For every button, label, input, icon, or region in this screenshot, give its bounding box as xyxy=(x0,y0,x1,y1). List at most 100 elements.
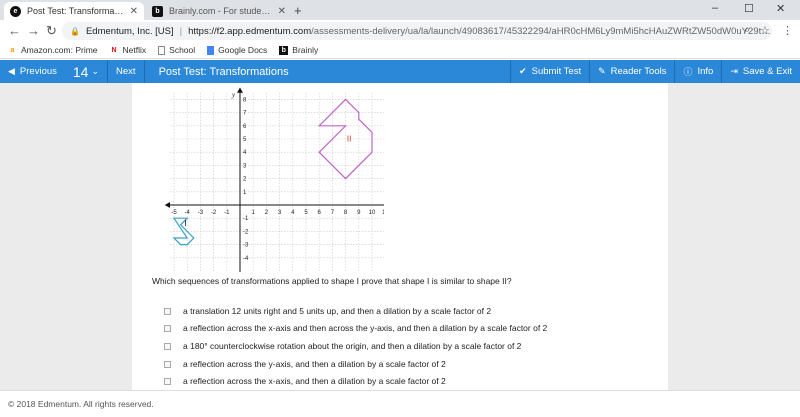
url-host: https://f2.app.edmentum.com xyxy=(188,25,312,37)
x-tick-label: -2 xyxy=(211,210,217,216)
answer-option-4[interactable]: a reflection across the y-axis, and then… xyxy=(164,359,446,369)
answer-option-5[interactable]: a reflection across the x-axis, and then… xyxy=(164,376,446,386)
question-number-select[interactable]: 14 ⌄ xyxy=(65,60,107,83)
checkbox[interactable] xyxy=(164,342,171,350)
x-tick-label: 5 xyxy=(304,210,308,216)
address-bar[interactable]: 🔒 Edmentum, Inc. [US] | https://f2.app.e… xyxy=(62,22,772,40)
y-tick-label: -1 xyxy=(243,216,249,222)
tab-brainly[interactable]: b Brainly.com - For students. By st ✕ xyxy=(146,2,292,20)
bookmark-google-docs[interactable]: Google Docs xyxy=(207,45,267,55)
bookmark-label: Netflix xyxy=(122,45,147,55)
back-icon[interactable]: ← xyxy=(8,23,21,38)
x-tick-label: 10 xyxy=(369,210,376,216)
shape-I-label: I xyxy=(185,219,187,228)
bookmark-label: Brainly xyxy=(292,45,319,55)
y-tick-label: 8 xyxy=(243,97,247,103)
content-area: -5-4-3-2-1123456789101187654321-1-2-3-4x… xyxy=(0,83,800,390)
question-text: Which sequences of transformations appli… xyxy=(152,276,512,286)
x-tick-label: -5 xyxy=(171,210,177,216)
y-axis-label: y xyxy=(231,91,236,99)
bookmark-amazon[interactable]: a Amazon.com: Prime xyxy=(8,45,98,55)
chevron-down-icon: ⌄ xyxy=(91,66,100,76)
save-label: Save & Exit xyxy=(742,66,792,77)
previous-label: Previous xyxy=(19,66,57,77)
reader-tools-button[interactable]: ✎ Reader Tools xyxy=(589,60,674,83)
reload-icon[interactable]: ↻ xyxy=(46,23,57,39)
checkbox[interactable] xyxy=(164,360,171,368)
edmentum-icon: e xyxy=(10,5,21,17)
coordinate-graph: -5-4-3-2-1123456789101187654321-1-2-3-4x… xyxy=(164,87,384,272)
bookmark-star-icon[interactable]: ☆ xyxy=(760,24,770,37)
amazon-icon: a xyxy=(10,46,15,54)
maximize-icon[interactable]: ☐ xyxy=(744,2,754,15)
close-tab-icon[interactable]: ✕ xyxy=(278,6,286,17)
next-button[interactable]: Next xyxy=(108,60,144,83)
option-label: a 180° counterclockwise rotation about t… xyxy=(183,341,522,351)
checkbox[interactable] xyxy=(164,307,171,315)
exit-icon: ⇥ xyxy=(730,66,738,76)
toolbar-actions: ✔ Submit Test ✎ Reader Tools ⓘ Info ⇥ Sa… xyxy=(510,60,800,83)
brainly-icon: b xyxy=(279,45,289,55)
separator: | xyxy=(179,25,183,37)
bookmark-brainly[interactable]: b Brainly xyxy=(279,45,318,55)
save-exit-button[interactable]: ⇥ Save & Exit xyxy=(721,60,800,83)
shape-II-label: II xyxy=(347,135,351,144)
option-label: a reflection across the x-axis, and then… xyxy=(183,376,446,386)
menu-icon[interactable]: ⋮ xyxy=(782,24,793,37)
bookmark-netflix[interactable]: N Netflix xyxy=(110,45,147,55)
x-tick-label: -1 xyxy=(224,210,230,216)
answer-option-3[interactable]: a 180° counterclockwise rotation about t… xyxy=(164,341,521,351)
tab-post-test[interactable]: e Post Test: Transformations ✕ xyxy=(4,2,144,20)
y-tick-label: 7 xyxy=(243,111,247,117)
bookmark-label: Google Docs xyxy=(218,45,268,55)
bookmark-school[interactable]: School xyxy=(158,45,195,55)
previous-button[interactable]: ◀ Previous xyxy=(0,60,65,83)
forward-icon[interactable]: → xyxy=(27,23,40,38)
netflix-icon: N xyxy=(111,46,117,54)
submit-label: Submit Test xyxy=(531,66,582,77)
bookmark-label: Amazon.com: Prime xyxy=(21,45,98,55)
footer: © 2018 Edmentum. All rights reserved. xyxy=(0,390,800,417)
x-tick-label: -4 xyxy=(185,210,191,216)
test-title: Post Test: Transformations xyxy=(158,65,289,78)
answer-option-2[interactable]: a reflection across the x-axis and then … xyxy=(164,323,547,333)
brainly-icon: b xyxy=(152,5,163,17)
y-tick-label: 3 xyxy=(243,163,247,169)
y-tick-label: -3 xyxy=(243,243,249,249)
url-path: /assessments-delivery/ua/la/launch/49083… xyxy=(311,25,772,37)
close-tab-icon[interactable]: ✕ xyxy=(130,6,138,17)
next-label: Next xyxy=(116,66,136,77)
y-tick-label: 6 xyxy=(243,124,247,130)
chevron-left-icon: ◀ xyxy=(8,66,15,76)
zoom-icon[interactable]: ⌕ xyxy=(744,24,750,37)
answer-option-1[interactable]: a translation 12 units right and 5 units… xyxy=(164,306,491,316)
x-tick-label: 11 xyxy=(382,210,384,216)
x-tick-label: 8 xyxy=(344,210,348,216)
y-tick-label: -4 xyxy=(243,256,249,262)
y-axis-arrow-up xyxy=(237,87,243,93)
x-tick-label: 9 xyxy=(357,210,361,216)
question-number: 14 xyxy=(72,63,89,80)
browser-tab-strip: e Post Test: Transformations ✕ b Brainly… xyxy=(0,0,800,20)
checkbox[interactable] xyxy=(164,377,171,385)
y-tick-label: 4 xyxy=(243,150,247,156)
wrench-icon: ✎ xyxy=(598,66,606,76)
info-button[interactable]: ⓘ Info xyxy=(674,60,721,83)
close-window-icon[interactable]: ✕ xyxy=(776,2,785,15)
address-row: ← → ↻ 🔒 Edmentum, Inc. [US] | https://f2… xyxy=(0,20,800,42)
submit-test-button[interactable]: ✔ Submit Test xyxy=(510,60,589,83)
checkbox[interactable] xyxy=(164,324,171,332)
option-label: a translation 12 units right and 5 units… xyxy=(183,306,492,316)
minimize-icon[interactable]: – xyxy=(712,2,718,14)
x-tick-label: 3 xyxy=(278,210,282,216)
info-icon: ⓘ xyxy=(683,67,693,77)
x-tick-label: -3 xyxy=(198,210,204,216)
x-axis-arrow-left xyxy=(164,202,171,208)
question-panel: -5-4-3-2-1123456789101187654321-1-2-3-4x… xyxy=(132,83,668,390)
google-docs-icon xyxy=(207,45,215,55)
new-tab-button[interactable]: + xyxy=(294,3,302,18)
y-tick-label: -2 xyxy=(243,229,249,235)
option-label: a reflection across the x-axis and then … xyxy=(183,323,548,333)
x-tick-label: 4 xyxy=(291,210,295,216)
y-tick-label: 2 xyxy=(243,177,247,183)
